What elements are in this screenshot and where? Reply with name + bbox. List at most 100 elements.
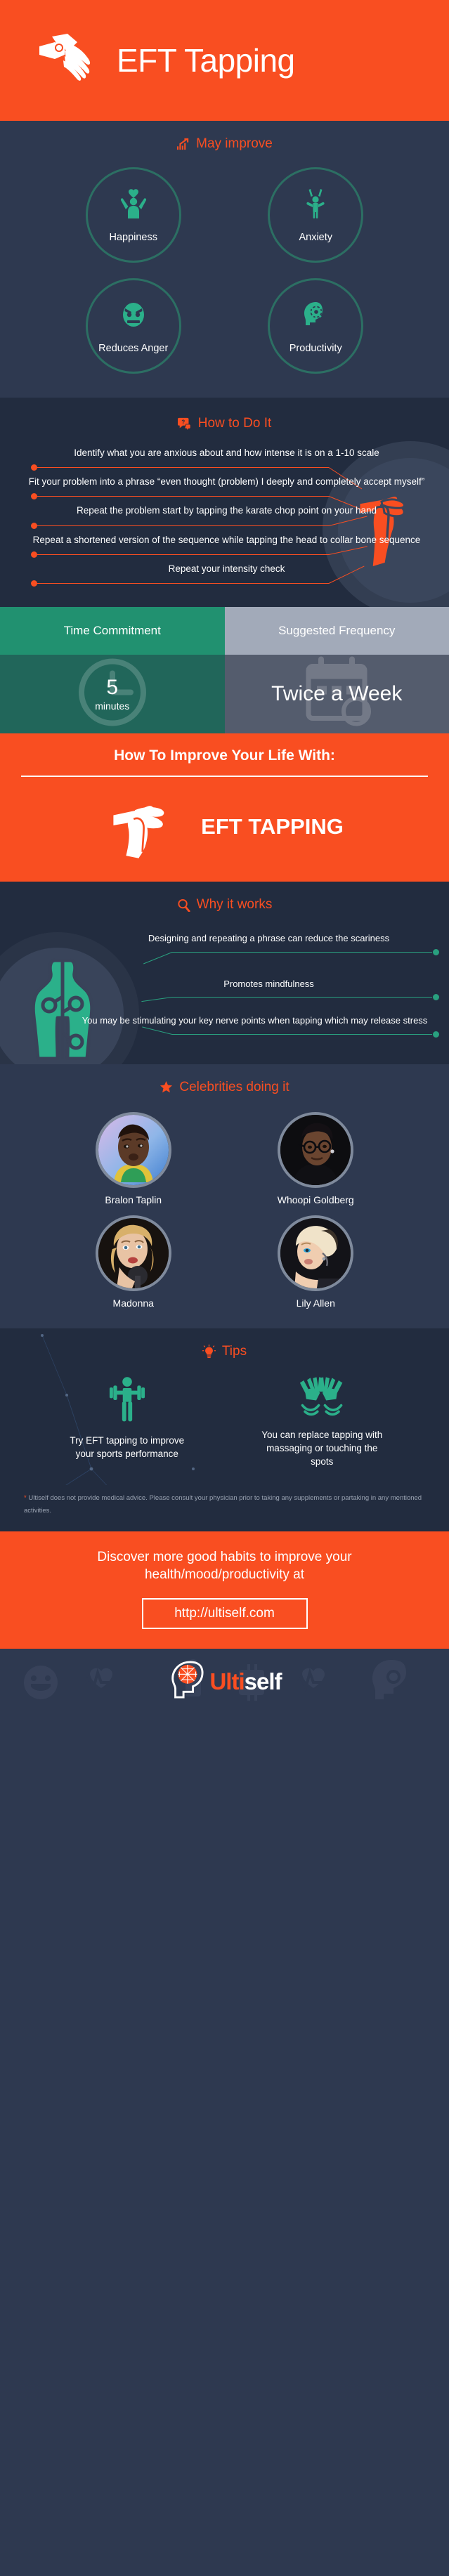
- why-point-text: Designing and repeating a phrase can red…: [148, 933, 390, 944]
- tips-grid: Try EFT tapping to improve your sports p…: [0, 1366, 449, 1469]
- why-connector: [0, 993, 439, 1002]
- step-text: Repeat the problem start by tapping the …: [76, 505, 377, 516]
- svg-text:?: ?: [181, 419, 185, 425]
- stats-column-frequency: Suggested Frequency Twice a Week: [224, 607, 449, 734]
- footer-message: Discover more good habits to improve you…: [97, 1549, 352, 1583]
- step-text: Fit your problem into a phrase “even tho…: [28, 476, 425, 488]
- why-point-text: You may be stimulating your key nerve po…: [82, 1015, 428, 1026]
- how-to-steps: Identify what you are anxious about and …: [0, 438, 449, 587]
- time-value: 5: [106, 676, 119, 700]
- banner-divider: [21, 776, 428, 778]
- celebrity-card: Lily Allen: [278, 1215, 354, 1309]
- celebrity-card: Bralon Taplin: [95, 1111, 171, 1205]
- may-improve-title: May improve: [196, 136, 273, 151]
- step-text: Repeat your intensity check: [168, 563, 285, 574]
- why-connector: [0, 948, 439, 965]
- website-link-button[interactable]: http://ultiself.com: [141, 1597, 308, 1629]
- happy-person-heart-icon: [118, 188, 149, 223]
- why-it-works-section: Why it works Designing and repeating a p…: [0, 882, 449, 1064]
- avatar: [278, 1215, 354, 1291]
- why-points: Designing and repeating a phrase can red…: [0, 920, 449, 1039]
- why-point-text: Promotes mindfulness: [223, 978, 314, 989]
- stats-header-frequency: Suggested Frequency: [224, 607, 449, 655]
- tip-card: Try EFT tapping to improve your sports p…: [64, 1376, 190, 1469]
- brand-name-suffix: self: [244, 1668, 282, 1694]
- bar-chart-arrow-icon: [176, 138, 190, 151]
- frequency-value: Twice a Week: [271, 682, 403, 706]
- tapping-hands-icon: [34, 27, 98, 95]
- why-point: Promotes mindfulness: [0, 975, 449, 1002]
- angry-face-icon: [118, 299, 149, 334]
- white-tapping-hand-icon: [110, 790, 186, 863]
- stats-table: Time Commitment 5 minutes Suggested Freq…: [0, 607, 449, 734]
- may-improve-section: May improve Happiness Anxiety Reduces An…: [0, 121, 449, 398]
- improve-label: Happiness: [109, 231, 157, 243]
- step-text: Repeat a shortened version of the sequen…: [32, 534, 421, 545]
- may-improve-grid: Happiness Anxiety Reduces Anger Producti…: [0, 159, 449, 374]
- avatar: [278, 1111, 354, 1188]
- avatar: [95, 1215, 171, 1291]
- brand-footer: Ultiself: [0, 1648, 449, 1715]
- stats-column-time: Time Commitment 5 minutes: [0, 607, 225, 734]
- may-improve-title-row: May improve: [0, 136, 449, 152]
- celebrity-name: Lily Allen: [296, 1297, 335, 1309]
- disclaimer-text: * Ultiself does not provide medical advi…: [24, 1492, 425, 1517]
- infographic-page: EFT Tapping May improve Happiness Anxiet…: [0, 0, 449, 1715]
- improve-item-happiness: Happiness: [85, 167, 181, 263]
- banner-brand-word: EFT TAPPING: [201, 813, 344, 839]
- improve-label: Productivity: [289, 342, 342, 354]
- stats-value-frequency: Twice a Week: [224, 655, 449, 734]
- improve-label: Reduces Anger: [98, 342, 169, 354]
- how-to-step: Identify what you are anxious about and …: [0, 443, 449, 490]
- step-connector: [31, 493, 432, 512]
- tip-card: You can replace tapping with massaging o…: [259, 1376, 385, 1469]
- time-unit: minutes: [95, 700, 130, 712]
- improve-item-productivity: Productivity: [268, 278, 364, 374]
- how-to-step: Repeat a shortened version of the sequen…: [0, 530, 449, 558]
- star-icon: [160, 1080, 173, 1094]
- step-connector: [31, 565, 432, 587]
- step-text: Identify what you are anxious about and …: [74, 447, 379, 458]
- question-chat-icon: ?: [177, 417, 192, 431]
- website-url[interactable]: http://ultiself.com: [174, 1606, 275, 1621]
- brand-lockup: Ultiself: [167, 1659, 282, 1704]
- how-to-step: Repeat the problem start by tapping the …: [0, 500, 449, 529]
- how-to-title-row: ? How to Do It: [0, 416, 449, 431]
- stats-value-time: 5 minutes: [0, 655, 225, 734]
- disclaimer-section: * Ultiself does not provide medical advi…: [0, 1485, 449, 1531]
- celebrity-name: Whoopi Goldberg: [277, 1194, 354, 1205]
- brain-head-icon: [167, 1659, 204, 1704]
- brand-name: Ultiself: [209, 1668, 282, 1695]
- why-title: Why it works: [196, 897, 273, 913]
- improve-item-reduces-anger: Reduces Anger: [85, 278, 181, 374]
- celebrity-name: Madonna: [112, 1297, 154, 1309]
- page-title: EFT Tapping: [117, 42, 295, 79]
- improve-life-banner: How To Improve Your Life With: EFT TAPPI…: [0, 733, 449, 882]
- celebrity-name: Bralon Taplin: [105, 1194, 162, 1205]
- step-connector: [31, 464, 432, 490]
- tip-text: Try EFT tapping to improve your sports p…: [70, 1434, 185, 1459]
- tips-title: Tips: [221, 1343, 247, 1359]
- how-to-step: Repeat your intensity check: [0, 558, 449, 587]
- banner-brand-row: EFT TAPPING: [0, 790, 449, 863]
- why-title-row: Why it works: [0, 897, 449, 913]
- head-gear-icon: [300, 299, 331, 334]
- step-connector: [31, 546, 432, 558]
- how-to-title: How to Do It: [197, 416, 272, 431]
- tips-title-row: Tips: [0, 1344, 449, 1359]
- brand-name-prefix: Ulti: [209, 1668, 245, 1694]
- lightbulb-icon: [202, 1344, 216, 1359]
- celebrities-title: Celebrities doing it: [179, 1079, 289, 1094]
- improve-label: Anxiety: [299, 231, 333, 243]
- how-to-section: ? How to Do It Identify what you are anx…: [0, 398, 449, 608]
- tips-section: Tips Try EFT tapping to improve your spo…: [0, 1328, 449, 1486]
- celebrity-card: Whoopi Goldberg: [277, 1111, 354, 1205]
- celebrity-card: Madonna: [95, 1215, 171, 1309]
- step-connector: [31, 516, 432, 530]
- stats-header-time: Time Commitment: [0, 607, 225, 655]
- tip-text: You can replace tapping with massaging o…: [261, 1429, 383, 1467]
- improve-item-anxiety: Anxiety: [268, 167, 364, 263]
- banner-heading: How To Improve Your Life With:: [114, 747, 335, 764]
- massage-hands-icon: [294, 1376, 350, 1422]
- weightlifter-icon: [102, 1376, 152, 1427]
